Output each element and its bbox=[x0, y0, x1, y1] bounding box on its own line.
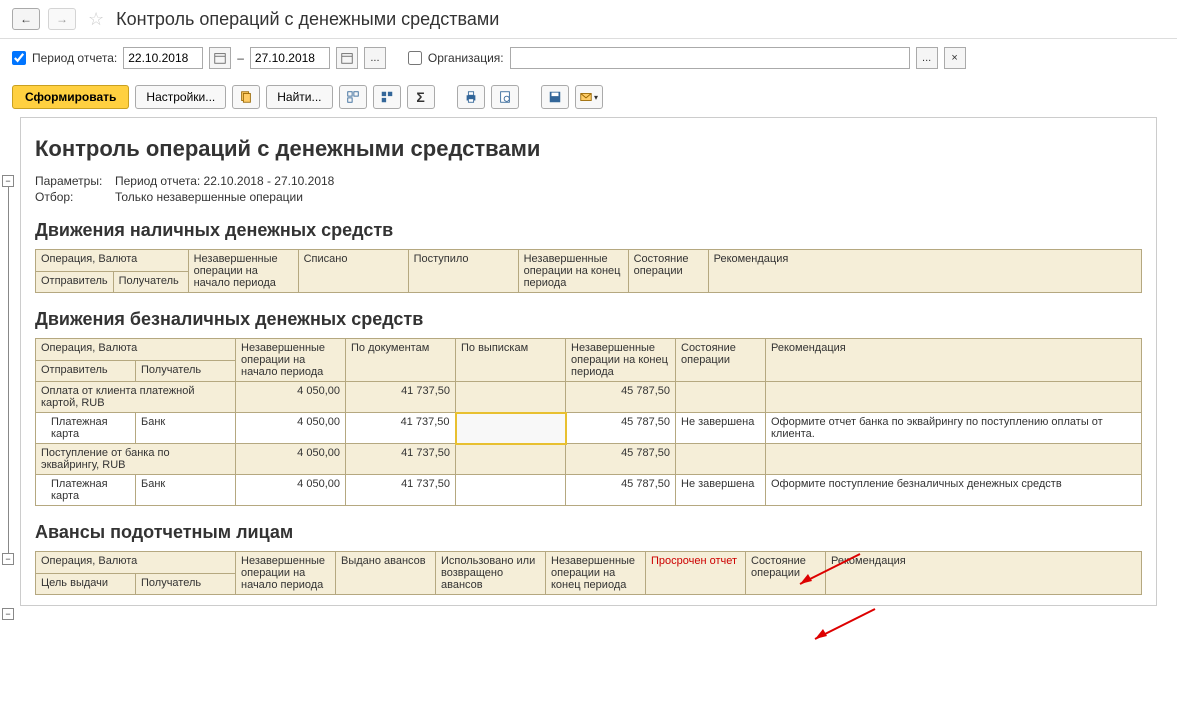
org-clear-button[interactable]: × bbox=[944, 47, 966, 69]
org-checkbox[interactable] bbox=[408, 51, 422, 65]
expand-button[interactable] bbox=[339, 85, 367, 109]
section2-title: Движения безналичных денежных средств bbox=[35, 309, 1142, 330]
generate-button[interactable]: Сформировать bbox=[12, 85, 129, 109]
collapse-row-1[interactable]: − bbox=[2, 553, 14, 565]
s3-h1: Операция, Валюта bbox=[36, 552, 236, 574]
s2-h8: Отправитель bbox=[36, 360, 136, 382]
s3-h3: Выдано авансов bbox=[336, 552, 436, 595]
collapse-row-2[interactable]: − bbox=[2, 608, 14, 620]
org-input[interactable] bbox=[510, 47, 910, 69]
date-from-input[interactable] bbox=[123, 47, 203, 69]
preview-button[interactable] bbox=[491, 85, 519, 109]
calendar-from-button[interactable] bbox=[209, 47, 231, 69]
section1-title: Движения наличных денежных средств bbox=[35, 220, 1142, 241]
s3-h7: Состояние операции bbox=[746, 552, 826, 595]
favorite-icon[interactable]: ☆ bbox=[88, 9, 104, 30]
org-label: Организация: bbox=[428, 51, 504, 65]
nav-forward-button[interactable]: → bbox=[48, 8, 76, 30]
sum-button[interactable]: Σ bbox=[407, 85, 435, 109]
period-select-button[interactable]: ... bbox=[364, 47, 386, 69]
section3-title: Авансы подотчетным лицам bbox=[35, 522, 1142, 543]
filter-label: Отбор: bbox=[35, 190, 115, 204]
s3-h8: Рекомендация bbox=[826, 552, 1142, 595]
s1-h4: Поступило bbox=[408, 250, 518, 293]
tree-line bbox=[8, 187, 9, 559]
email-button[interactable]: ▾ bbox=[575, 85, 603, 109]
date-separator: – bbox=[237, 51, 244, 65]
s1-h1: Операция, Валюта bbox=[36, 250, 189, 272]
print-button[interactable] bbox=[457, 85, 485, 109]
s1-h6: Состояние операции bbox=[628, 250, 708, 293]
s2-h9: Получатель bbox=[136, 360, 236, 382]
nav-back-button[interactable]: ← bbox=[12, 8, 40, 30]
cash-table: Операция, Валюта Незавершенные операции … bbox=[35, 249, 1142, 293]
s1-h3: Списано bbox=[298, 250, 408, 293]
variants-button[interactable] bbox=[232, 85, 260, 109]
period-label: Период отчета: bbox=[32, 51, 117, 65]
noncash-table: Операция, Валюта Незавершенные операции … bbox=[35, 338, 1142, 506]
s2-h1: Операция, Валюта bbox=[36, 339, 236, 361]
s3-h6: Просрочен отчет bbox=[646, 552, 746, 595]
find-button[interactable]: Найти... bbox=[266, 85, 332, 109]
period-checkbox[interactable] bbox=[12, 51, 26, 65]
s2-h5: Незавершенные операции на конец периода bbox=[566, 339, 676, 382]
annotation-arrow-2 bbox=[805, 604, 885, 644]
advances-table: Операция, Валюта Незавершенные операции … bbox=[35, 551, 1142, 595]
s2-h6: Состояние операции bbox=[676, 339, 766, 382]
params-value: Период отчета: 22.10.2018 - 27.10.2018 bbox=[115, 174, 334, 188]
s2-h7: Рекомендация bbox=[766, 339, 1142, 382]
s1-h5: Незавершенные операции на конец периода bbox=[518, 250, 628, 293]
s2-h3: По документам bbox=[346, 339, 456, 382]
page-title: Контроль операций с денежными средствами bbox=[116, 9, 499, 30]
save-button[interactable] bbox=[541, 85, 569, 109]
filter-value: Только незавершенные операции bbox=[115, 190, 303, 204]
table-row[interactable]: Платежная карта Банк 4 050,00 41 737,50 … bbox=[36, 475, 1142, 506]
table-row[interactable]: Поступление от банка по эквайрингу, RUB … bbox=[36, 444, 1142, 475]
s3-h10: Получатель bbox=[136, 573, 236, 595]
s3-h4: Использовано или возвращено авансов bbox=[436, 552, 546, 595]
s1-h7: Рекомендация bbox=[708, 250, 1141, 293]
params-label: Параметры: bbox=[35, 174, 115, 188]
org-select-button[interactable]: ... bbox=[916, 47, 938, 69]
selected-cell[interactable] bbox=[456, 413, 566, 444]
table-row[interactable]: Платежная карта Банк 4 050,00 41 737,50 … bbox=[36, 413, 1142, 444]
collapse-button[interactable] bbox=[373, 85, 401, 109]
settings-button[interactable]: Настройки... bbox=[135, 85, 226, 109]
s3-h2: Незавершенные операции на начало периода bbox=[236, 552, 336, 595]
calendar-to-button[interactable] bbox=[336, 47, 358, 69]
table-row[interactable]: Оплата от клиента платежной картой, RUB … bbox=[36, 382, 1142, 413]
date-to-input[interactable] bbox=[250, 47, 330, 69]
s3-h9: Цель выдачи bbox=[36, 573, 136, 595]
s1-h9: Получатель bbox=[113, 271, 188, 293]
collapse-report[interactable]: − bbox=[2, 175, 14, 187]
s2-h4: По выпискам bbox=[456, 339, 566, 382]
report-title: Контроль операций с денежными средствами bbox=[35, 136, 1142, 162]
s2-h2: Незавершенные операции на начало периода bbox=[236, 339, 346, 382]
s1-h2: Незавершенные операции на начало периода bbox=[188, 250, 298, 293]
s3-h5: Незавершенные операции на конец периода bbox=[546, 552, 646, 595]
s1-h8: Отправитель bbox=[36, 271, 114, 293]
